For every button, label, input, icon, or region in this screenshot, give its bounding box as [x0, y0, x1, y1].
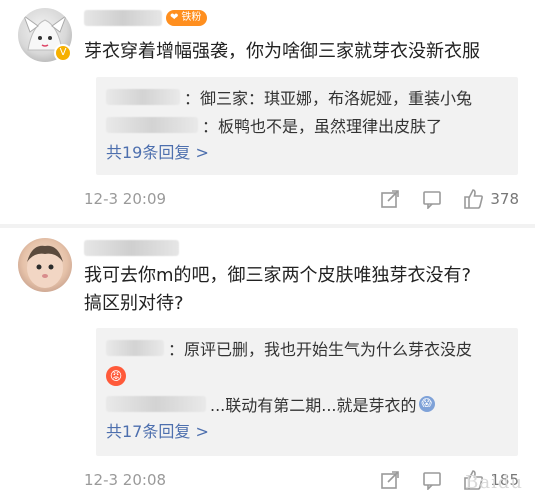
reply-item[interactable]: ：御三家：琪亚娜，布洛妮娅，重装小兔	[106, 83, 508, 111]
comment-text: 我可去你m的吧，御三家两个皮肤唯独芽衣没有? 搞区别对待?	[84, 262, 515, 318]
fan-badge: ❤ 铁粉	[166, 10, 208, 26]
reply-text: ：板鸭也不是，虽然理律出皮肤了	[202, 117, 443, 136]
reply-text: ：御三家：琪亚娜，布洛妮娅，重装小兔	[184, 89, 473, 108]
comment-meta: 12-3 20:08 185	[84, 468, 519, 492]
like-count: 378	[490, 190, 519, 208]
heart-icon: ❤	[170, 12, 179, 23]
vip-badge-icon: V	[54, 44, 72, 62]
comment-icon[interactable]	[420, 187, 444, 211]
more-replies-link[interactable]: 共19条回复 >	[106, 139, 508, 167]
replies-box[interactable]: ：原评已删，我也开始生气为什么芽衣没皮 😡 ...联动有第二期...就是芽衣的 …	[96, 328, 518, 456]
reply-emoji-line: 😡	[106, 362, 508, 390]
comment-text-line: 我可去你m的吧，御三家两个皮肤唯独芽衣没有?	[84, 265, 472, 286]
reply-username-blurred[interactable]	[106, 117, 198, 133]
reply-text: ...联动有第二期...就是芽衣的	[210, 396, 417, 415]
username-blurred[interactable]	[84, 240, 179, 256]
share-icon[interactable]	[378, 468, 402, 492]
comment-meta: 12-3 20:09 378	[84, 187, 519, 211]
avatar[interactable]	[18, 238, 72, 292]
timestamp: 12-3 20:09	[84, 190, 167, 208]
replies-box[interactable]: ：御三家：琪亚娜，布洛妮娅，重装小兔 ：板鸭也不是，虽然理律出皮肤了 共19条回…	[96, 77, 518, 175]
timestamp: 12-3 20:08	[84, 471, 167, 489]
reply-username-blurred[interactable]	[106, 89, 180, 105]
angry-face-icon: 😡	[106, 366, 126, 386]
reply-item[interactable]: ...联动有第二期...就是芽衣的 😱	[106, 390, 508, 418]
comment-text-line: 搞区别对待?	[84, 293, 184, 314]
action-bar: 378	[378, 187, 519, 211]
comment-card-1: V ❤ 铁粉 芽衣穿着增幅强袭，你为啥御三家就芽衣没新衣服 ：御三家：琪亚娜，布…	[0, 0, 535, 224]
like-button[interactable]: 378	[462, 188, 519, 210]
thumbs-up-icon	[464, 189, 484, 209]
shocked-face-icon: 😱	[418, 396, 435, 412]
reply-username-blurred[interactable]	[106, 396, 206, 412]
username-blurred[interactable]	[84, 10, 162, 26]
comment-icon[interactable]	[420, 468, 444, 492]
comment-text: 芽衣穿着增幅强袭，你为啥御三家就芽衣没新衣服	[84, 41, 480, 62]
reply-item[interactable]: ：原评已删，我也开始生气为什么芽衣没皮	[106, 334, 508, 362]
watermark: Baidu	[465, 472, 523, 493]
reply-text: ：原评已删，我也开始生气为什么芽衣没皮	[168, 340, 473, 359]
comment-card-2: 我可去你m的吧，御三家两个皮肤唯独芽衣没有? 搞区别对待? ：原评已删，我也开始…	[0, 228, 535, 499]
reply-item[interactable]: ：板鸭也不是，虽然理律出皮肤了	[106, 111, 508, 139]
more-replies-link[interactable]: 共17条回复 >	[106, 418, 508, 446]
reply-username-blurred[interactable]	[106, 340, 164, 356]
share-icon[interactable]	[378, 187, 402, 211]
fan-badge-label: 铁粉	[181, 12, 202, 23]
